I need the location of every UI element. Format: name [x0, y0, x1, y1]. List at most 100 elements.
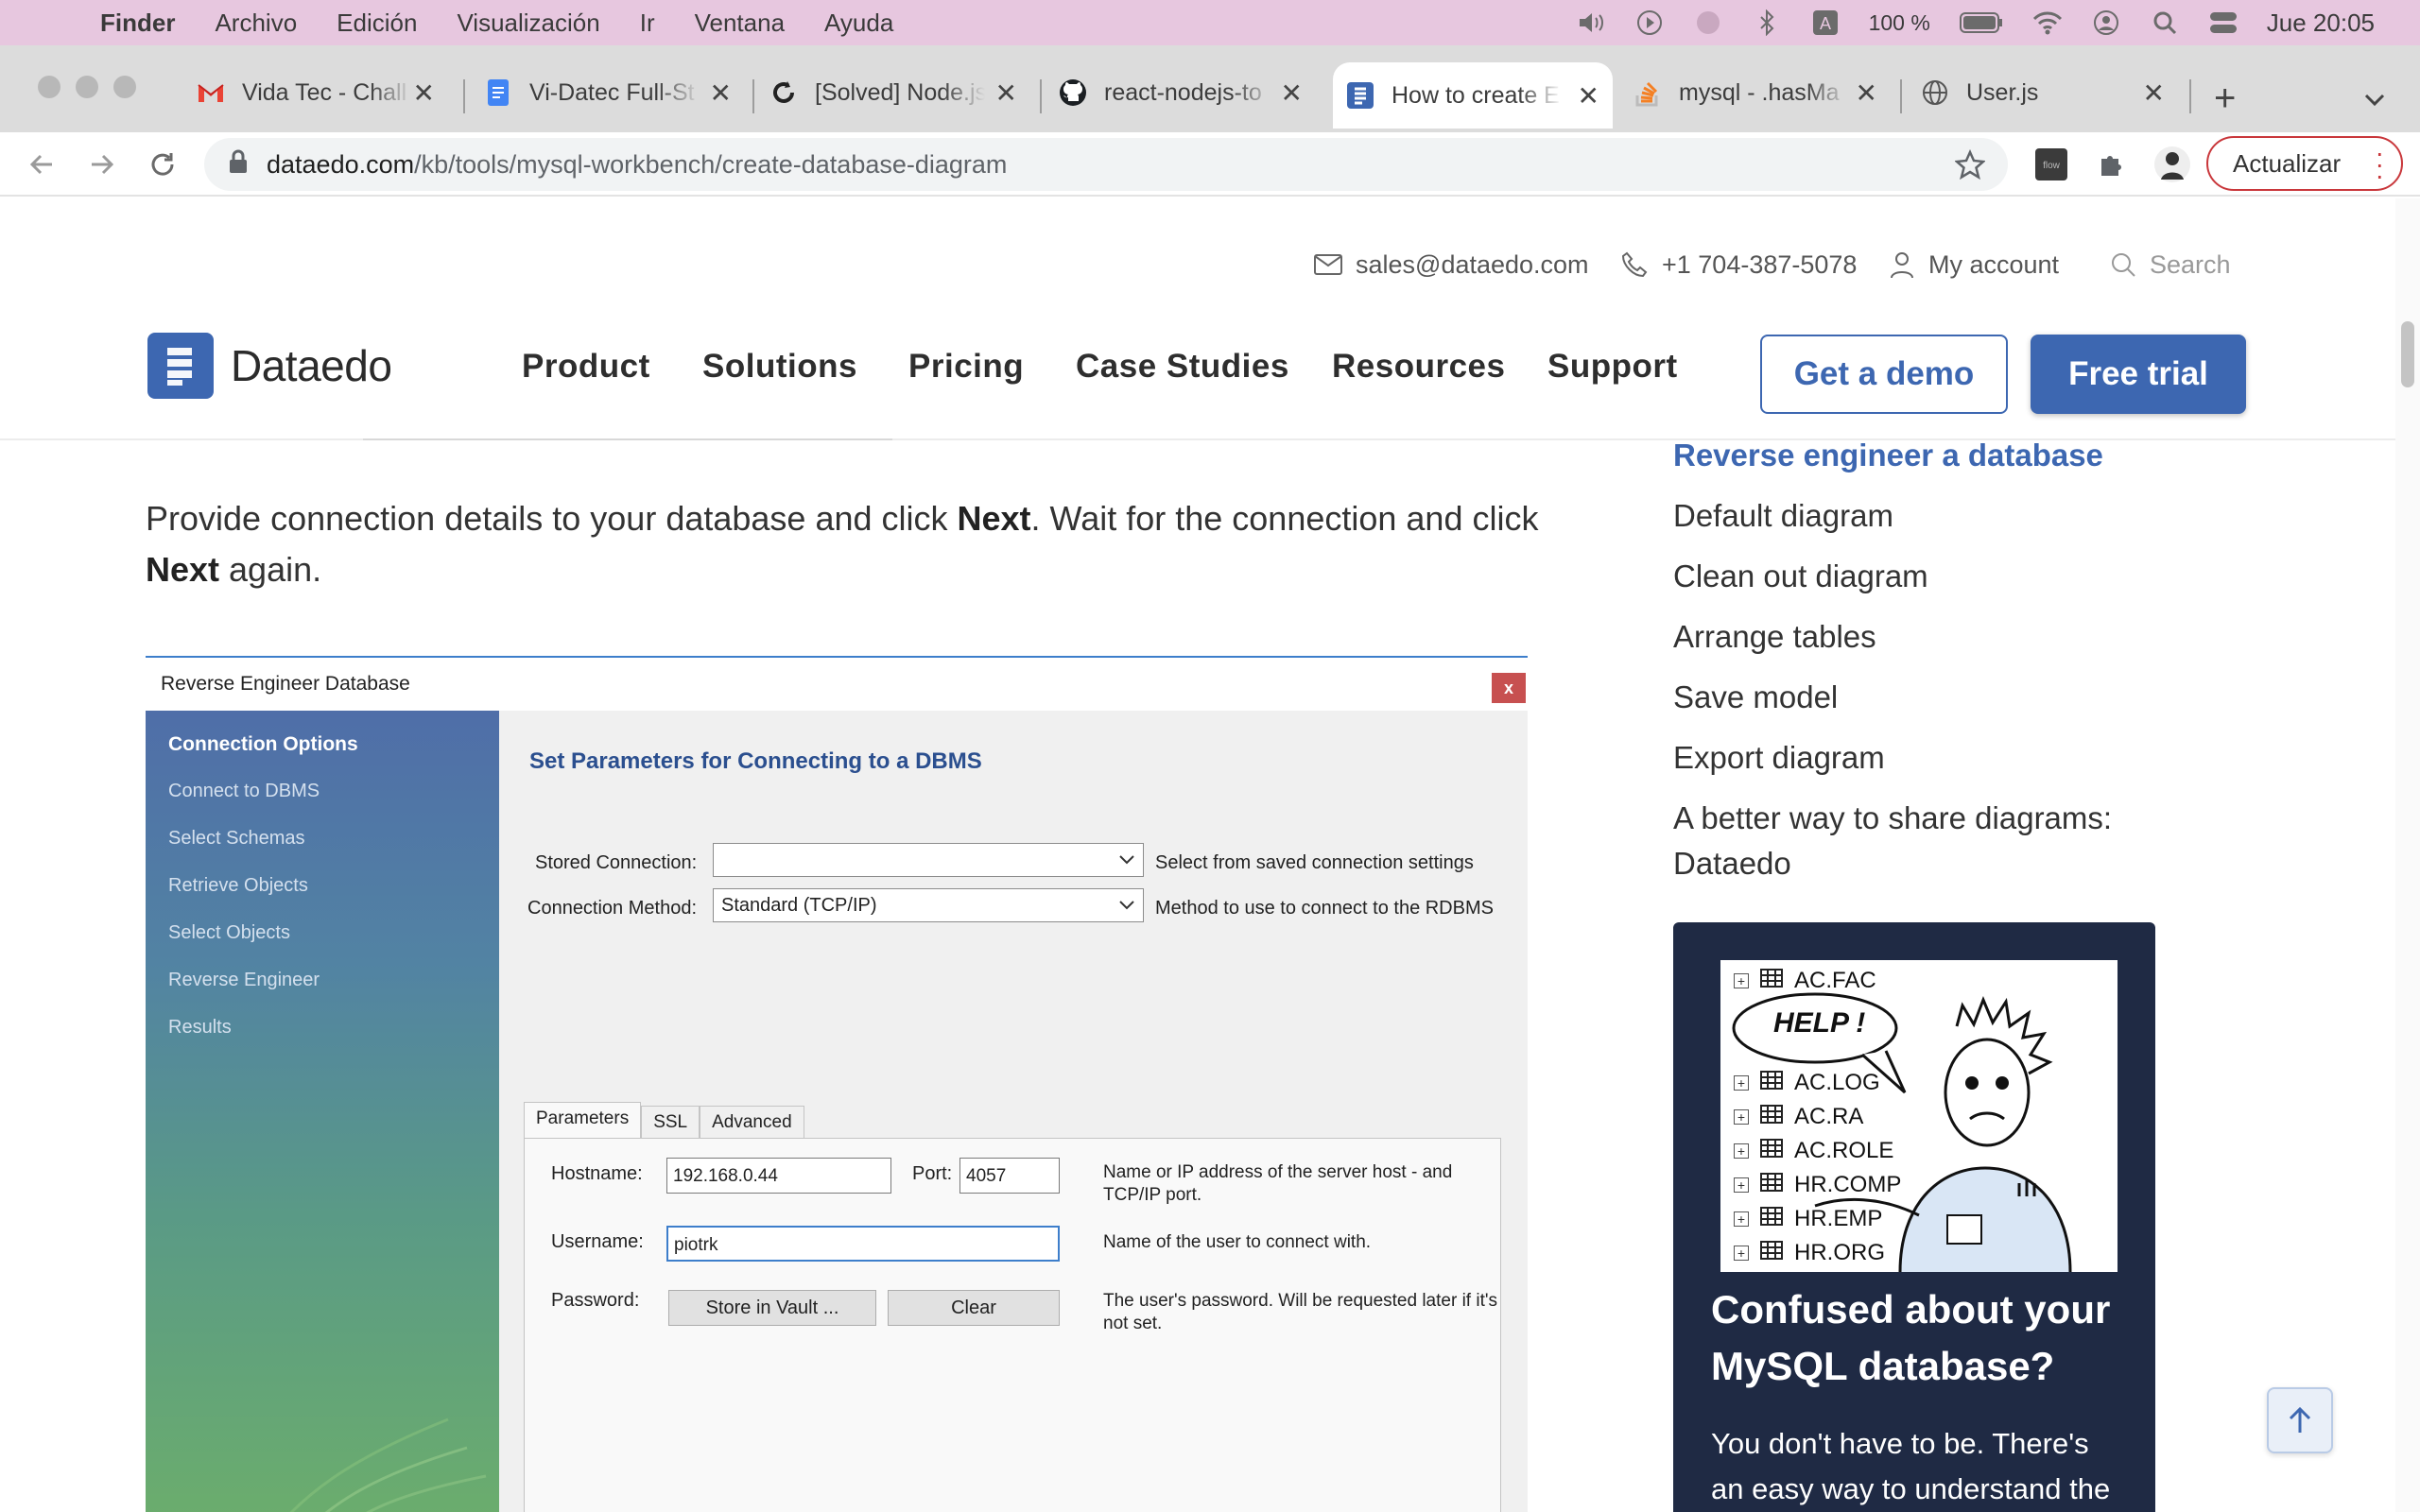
menu-ir[interactable]: Ir: [640, 9, 655, 38]
username-help: Name of the user to connect with.: [1103, 1232, 1372, 1252]
nav-resources[interactable]: Resources: [1332, 348, 1505, 386]
arrow-up-icon: [2289, 1406, 2311, 1433]
stored-connection-label: Stored Connection:: [535, 852, 698, 873]
logo-text: Dataedo: [231, 341, 392, 390]
profile-avatar[interactable]: [2152, 144, 2193, 185]
tab-title: Vida Tec - Chall: [242, 78, 407, 106]
back-arrow-icon[interactable]: [21, 144, 62, 185]
nav-solutions[interactable]: Solutions: [702, 348, 857, 386]
menu-edicion[interactable]: Edición: [337, 9, 417, 38]
input-source-icon[interactable]: A: [1810, 8, 1841, 38]
tab-userjs[interactable]: User.js ✕: [1921, 66, 2178, 119]
menu-visualizacion[interactable]: Visualización: [457, 9, 599, 38]
email-link[interactable]: sales@dataedo.com: [1314, 244, 1589, 285]
menu-archivo[interactable]: Archivo: [215, 9, 297, 38]
search-link[interactable]: Search: [2110, 244, 2231, 285]
nav-support[interactable]: Support: [1547, 348, 1678, 386]
my-account-text: My account: [1928, 249, 2060, 279]
toc-clean-out-diagram[interactable]: Clean out diagram: [1673, 554, 1928, 599]
nav-product[interactable]: Product: [522, 348, 650, 386]
scrollbar-thumb[interactable]: [2401, 321, 2414, 387]
close-tab-icon[interactable]: ✕: [1856, 77, 1877, 109]
phone-link[interactable]: +1 704-387-5078: [1620, 244, 1857, 285]
tab-parameters: Parameters: [524, 1102, 642, 1140]
tab-title: [Solved] Node.js: [815, 78, 985, 106]
dataedo-favicon: [1346, 81, 1374, 110]
update-chrome-button[interactable]: Actualizar · · ·: [2206, 136, 2403, 191]
toc-reverse-engineer[interactable]: Reverse engineer a database: [1673, 433, 2103, 478]
close-tab-icon[interactable]: ✕: [710, 77, 732, 109]
new-tab-icon[interactable]: +: [2214, 77, 2236, 120]
workbench-dialog-image: Reverse Engineer Database x Connection O…: [146, 656, 1528, 1512]
toc-export-diagram[interactable]: Export diagram: [1673, 735, 1885, 781]
tab-title: mysql - .hasMa: [1679, 78, 1840, 106]
tab-dataedo-active[interactable]: How to create E ✕: [1333, 62, 1613, 129]
zoom-window-button[interactable]: [113, 76, 136, 98]
user-circle-icon[interactable]: [1693, 8, 1723, 38]
tab-advanced: Advanced: [700, 1106, 804, 1140]
user-switch-icon[interactable]: [2091, 8, 2121, 38]
my-account-link[interactable]: My account: [1889, 244, 2059, 285]
wifi-icon[interactable]: [2032, 8, 2063, 38]
wizard-step: Connection Options: [168, 733, 358, 755]
close-tab-icon[interactable]: ✕: [1281, 77, 1303, 109]
tab-docs[interactable]: Vi-Datec Full-St ✕: [484, 66, 745, 119]
volume-icon[interactable]: [1576, 8, 1606, 38]
close-tab-icon[interactable]: ✕: [2143, 77, 2165, 109]
tab-github[interactable]: react-nodejs-to ✕: [1059, 66, 1316, 119]
extensions-puzzle-icon[interactable]: [2091, 144, 2133, 185]
menubar-clock[interactable]: Jue 20:05: [2267, 9, 2375, 38]
nav-pricing[interactable]: Pricing: [908, 348, 1024, 386]
wizard-step: Results: [168, 1017, 232, 1038]
tab-stackoverflow[interactable]: mysql - .hasMa ✕: [1634, 66, 1891, 119]
lock-icon[interactable]: [229, 149, 248, 180]
help-bubble-text: HELP !: [1773, 1007, 1866, 1039]
toc-save-model[interactable]: Save model: [1673, 675, 1838, 720]
tab-solved-nodejs[interactable]: [Solved] Node.js ✕: [769, 66, 1030, 119]
menu-ayuda[interactable]: Ayuda: [824, 9, 893, 38]
spotlight-icon[interactable]: [2150, 8, 2180, 38]
toc-default-diagram[interactable]: Default diagram: [1673, 493, 1893, 539]
toc-dataedo[interactable]: Dataedo: [1673, 841, 1791, 886]
get-demo-button[interactable]: Get a demo: [1760, 335, 2008, 414]
stackoverflow-icon: [1634, 78, 1662, 107]
forward-arrow-icon[interactable]: [81, 144, 123, 185]
minimize-window-button[interactable]: [76, 76, 98, 98]
chevron-down-icon: [1118, 850, 1135, 874]
bookmark-star-icon[interactable]: [1953, 148, 1987, 186]
close-tab-icon[interactable]: ✕: [995, 77, 1017, 109]
menu-finder[interactable]: Finder: [100, 9, 175, 38]
tab-gmail[interactable]: Vida Tec - Chall ✕: [197, 66, 448, 119]
promo-body: You don't have to be. There's an easy wa…: [1711, 1427, 2111, 1505]
reload-icon[interactable]: [142, 144, 183, 185]
macos-menubar: Finder Archivo Edición Visualización Ir …: [0, 0, 2420, 45]
search-text: Search: [2150, 249, 2231, 279]
wizard-step: Select Schemas: [168, 828, 305, 849]
close-tab-icon[interactable]: ✕: [413, 77, 435, 109]
free-trial-button[interactable]: Free trial: [2031, 335, 2246, 414]
page-scrollbar[interactable]: [2395, 198, 2420, 1512]
close-window-button[interactable]: [38, 76, 60, 98]
promo-card[interactable]: + AC.FAC + AC.LOG + AC.RA + AC.ROLE + HR.COMP…: [1673, 922, 2155, 1512]
control-center-icon[interactable]: [2208, 8, 2238, 38]
more-menu-icon[interactable]: · · ·: [2376, 140, 2384, 189]
play-icon[interactable]: [1634, 8, 1665, 38]
toc-arrange-tables[interactable]: Arrange tables: [1673, 614, 1876, 660]
dataedo-logo[interactable]: Dataedo: [147, 333, 392, 399]
battery-icon[interactable]: [1959, 8, 2004, 38]
tab-search-chevron-icon[interactable]: [2363, 83, 2386, 115]
flow-extension-icon[interactable]: flow: [2031, 144, 2072, 185]
wizard-step: Select Objects: [168, 922, 290, 943]
close-tab-icon[interactable]: ✕: [1578, 80, 1599, 112]
parameters-panel: Hostname: 192.168.0.44 Port: 4057 Name o…: [524, 1138, 1501, 1512]
phone-text: +1 704-387-5078: [1662, 249, 1858, 279]
tab-separator: [2189, 79, 2191, 113]
toc-better-way[interactable]: A better way to share diagrams:: [1673, 796, 2112, 841]
address-bar[interactable]: dataedo.com/kb/tools/mysql-workbench/cre…: [204, 138, 2008, 191]
nav-case-studies[interactable]: Case Studies: [1076, 348, 1289, 386]
wizard-step: Reverse Engineer: [168, 970, 320, 990]
menu-ventana[interactable]: Ventana: [695, 9, 785, 38]
bluetooth-icon[interactable]: [1752, 8, 1782, 38]
stored-connection-help: Select from saved connection settings: [1155, 852, 1474, 873]
back-to-top-button[interactable]: [2267, 1387, 2333, 1453]
